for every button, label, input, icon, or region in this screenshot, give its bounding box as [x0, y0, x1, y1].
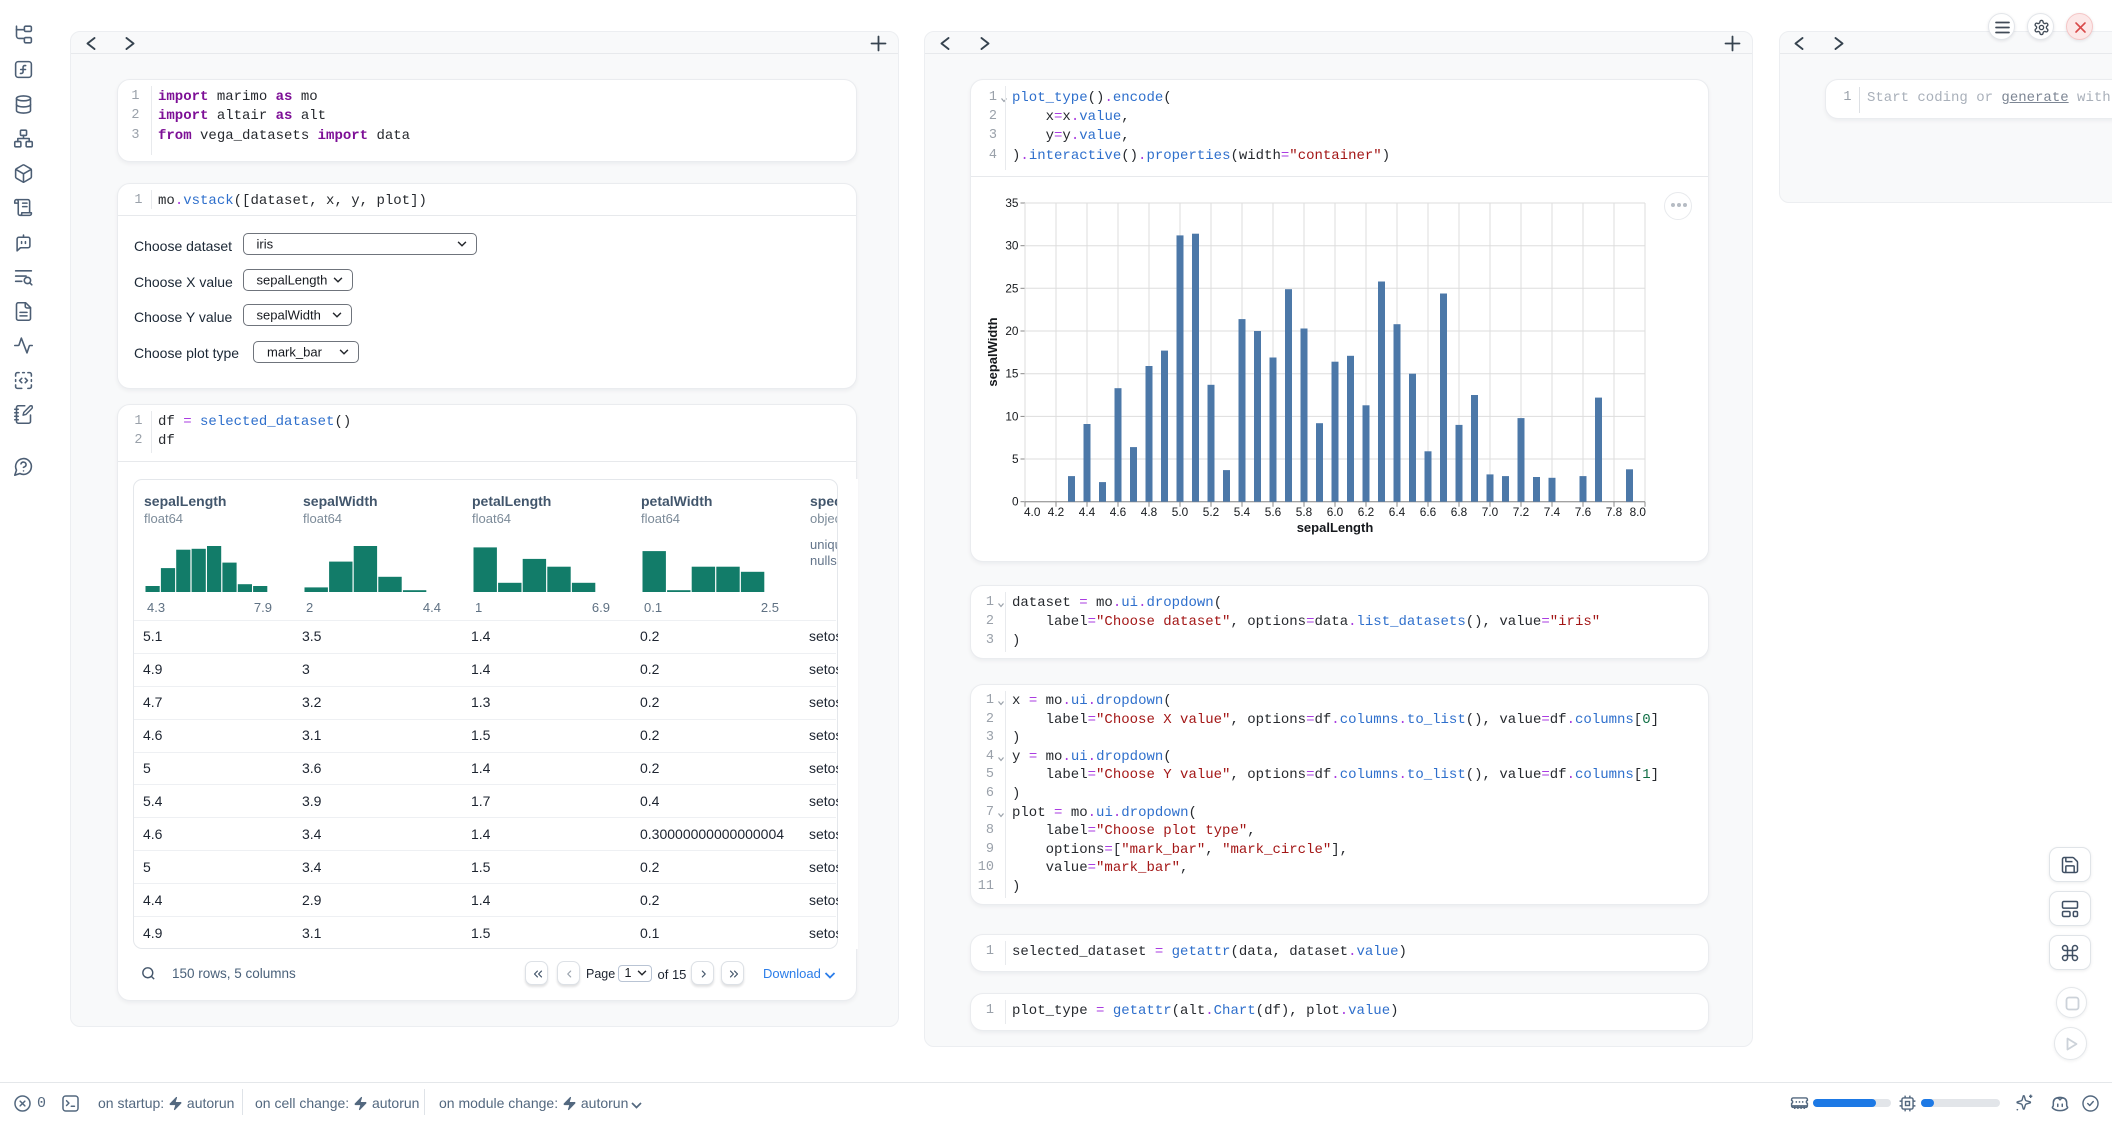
svg-text:6.2: 6.2: [1358, 505, 1374, 519]
svg-text:5.4: 5.4: [1234, 505, 1251, 519]
svg-text:6.6: 6.6: [1420, 505, 1437, 519]
svg-text:8.0: 8.0: [1630, 505, 1647, 519]
svg-text:5.0: 5.0: [1172, 505, 1189, 519]
svg-text:7.0: 7.0: [1482, 505, 1499, 519]
svg-text:4.0: 4.0: [1024, 505, 1041, 519]
svg-text:5.2: 5.2: [1203, 505, 1219, 519]
svg-text:10: 10: [1005, 409, 1019, 423]
svg-text:35: 35: [1005, 196, 1019, 210]
svg-text:15: 15: [1005, 367, 1019, 381]
svg-text:5.8: 5.8: [1296, 505, 1313, 519]
svg-text:7.2: 7.2: [1513, 505, 1529, 519]
svg-text:7.8: 7.8: [1606, 505, 1623, 519]
svg-text:30: 30: [1005, 239, 1019, 253]
svg-text:4.2: 4.2: [1048, 505, 1064, 519]
svg-text:7.4: 7.4: [1544, 505, 1561, 519]
svg-text:4.6: 4.6: [1110, 505, 1127, 519]
svg-text:5.6: 5.6: [1265, 505, 1282, 519]
svg-text:6.8: 6.8: [1451, 505, 1468, 519]
svg-text:0: 0: [1012, 495, 1019, 509]
svg-text:6.0: 6.0: [1327, 505, 1344, 519]
svg-text:7.6: 7.6: [1575, 505, 1592, 519]
svg-text:4.4: 4.4: [1079, 505, 1096, 519]
svg-text:sepalLength: sepalLength: [1297, 520, 1374, 535]
svg-text:5: 5: [1012, 452, 1019, 466]
svg-text:25: 25: [1005, 281, 1019, 295]
svg-text:6.4: 6.4: [1389, 505, 1406, 519]
svg-text:4.8: 4.8: [1141, 505, 1158, 519]
svg-text:sepalWidth: sepalWidth: [988, 317, 1000, 386]
svg-text:20: 20: [1005, 324, 1019, 338]
